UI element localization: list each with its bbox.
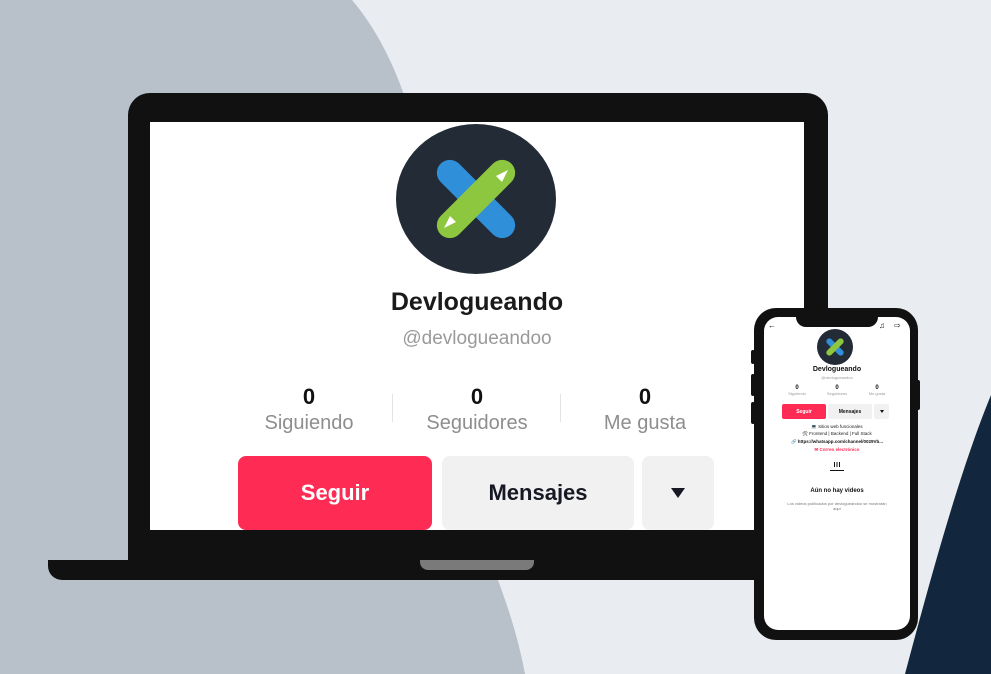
profile-display-name: Devlogueando (390, 288, 564, 316)
arrow-left-icon[interactable]: ← (768, 321, 776, 330)
stat-followers[interactable]: 0 Seguidores (817, 385, 857, 396)
bio-line: 🛠 Frontend | Backend | Full Stack (802, 431, 872, 436)
empty-state-title: Aún no hay videos (810, 488, 864, 494)
empty-state-subtitle: Los videos publicados por devlogueandoo … (787, 501, 887, 511)
profile-link[interactable]: 🔗 https://whatsapp.com/channel/0029Vb... (764, 439, 910, 445)
more-options-button[interactable] (642, 456, 714, 530)
messages-button[interactable]: Mensajes (442, 456, 634, 530)
videos-tab-icon[interactable] (828, 461, 846, 471)
follow-button[interactable]: Seguir (782, 404, 826, 419)
phone-side-button (751, 350, 755, 364)
triangle-down-icon (879, 410, 884, 413)
stat-likes[interactable]: 0 Me gusta (857, 385, 897, 396)
stat-following[interactable]: 0 Siguiendo (777, 385, 817, 396)
follow-button[interactable]: Seguir (238, 456, 432, 530)
profile-avatar[interactable] (817, 329, 853, 365)
more-options-button[interactable] (874, 404, 889, 419)
stat-likes-label: Me gusta (868, 391, 886, 396)
laptop-base (48, 560, 788, 580)
stat-likes-count: 0 (638, 384, 652, 409)
x-logo-icon (826, 338, 844, 356)
profile-avatar[interactable] (396, 124, 556, 274)
phone-side-button (916, 380, 920, 410)
bell-icon[interactable]: ♫ (879, 321, 885, 330)
stat-likes[interactable]: 0 Me gusta (560, 384, 730, 435)
stat-followers-count: 0 (470, 384, 484, 409)
stat-followers-label: Seguidores (426, 412, 528, 434)
x-logo-icon (436, 159, 516, 239)
phone-screen: ← ♫ ⇨ Devlogueando @devlogueandoo 0 Sigu… (764, 317, 910, 630)
stat-likes-label: Me gusta (603, 412, 687, 434)
laptop-screen: Devlogueando @devlogueandoo 0 Siguiendo … (150, 122, 804, 530)
profile-handle: @devlogueandoo (402, 328, 552, 349)
stat-following-label: Siguiendo (264, 412, 354, 434)
share-icon[interactable]: ⇨ (894, 321, 901, 330)
phone-side-button (751, 374, 755, 396)
phone-notch (796, 311, 878, 327)
profile-handle: @devlogueandoo (821, 375, 853, 380)
stat-followers-label: Seguidores (826, 391, 848, 396)
bio-line: 💻 Sitios web funcionales (811, 424, 863, 429)
stat-followers[interactable]: 0 Seguidores (392, 384, 562, 435)
triangle-down-icon (671, 488, 685, 498)
stat-following-count: 0 (302, 384, 316, 409)
email-link[interactable]: ✉ Correo electrónico (764, 447, 910, 453)
phone-side-button (751, 402, 755, 424)
profile-display-name: Devlogueando (812, 366, 862, 373)
stat-following-label: Siguiendo (788, 391, 806, 396)
messages-button[interactable]: Mensajes (828, 404, 872, 419)
laptop-hinge (420, 560, 534, 570)
stat-following[interactable]: 0 Siguiendo (224, 384, 394, 435)
